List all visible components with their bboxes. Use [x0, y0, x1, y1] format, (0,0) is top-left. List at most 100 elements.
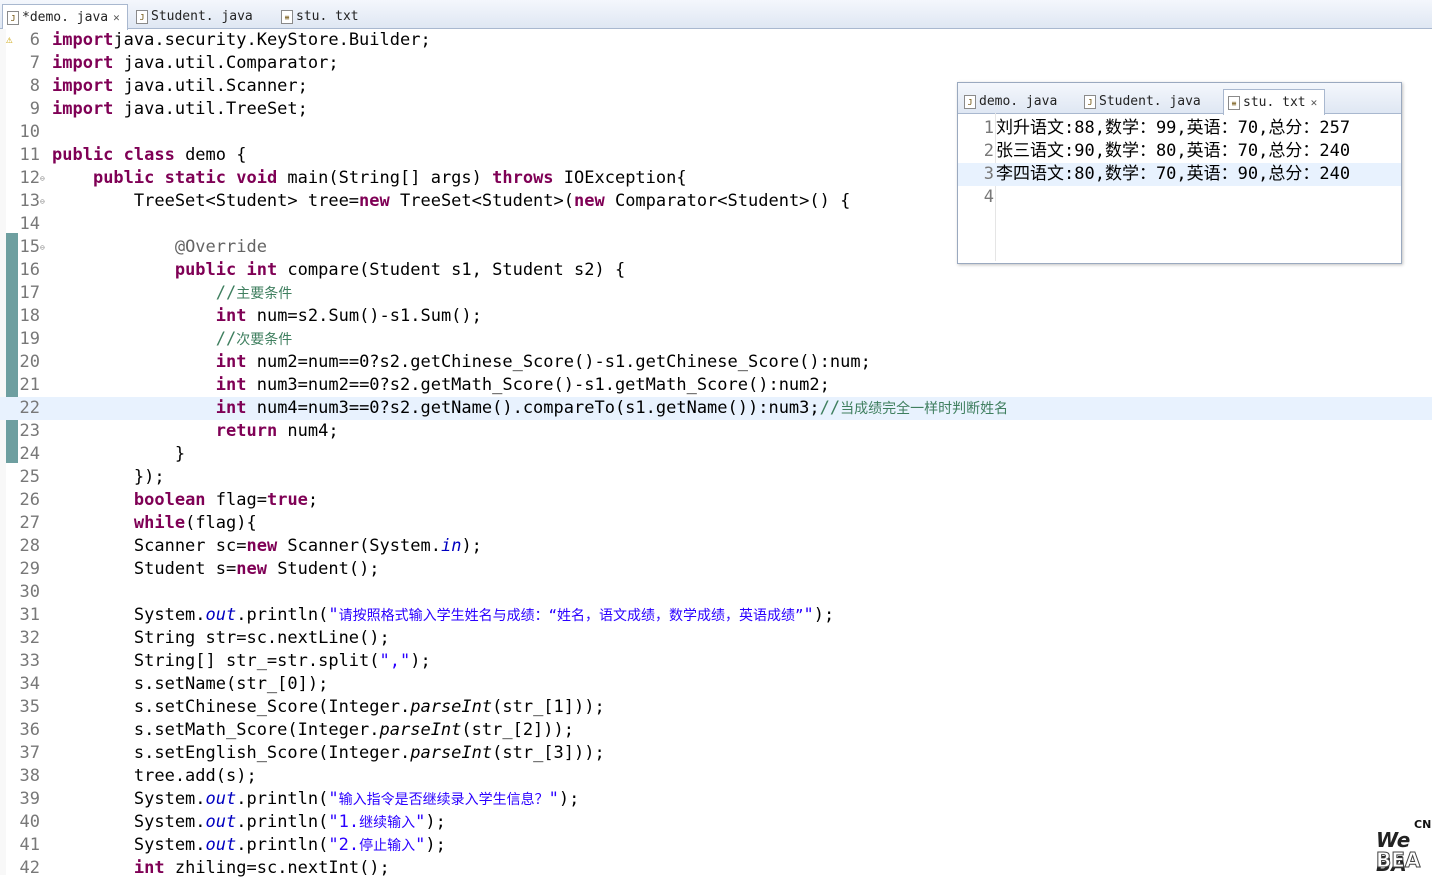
code-token: (str_[3])); — [492, 743, 605, 763]
code-token: " — [415, 835, 426, 855]
line-number: 16 — [19, 260, 40, 280]
code-token: ); — [425, 812, 446, 832]
code-line[interactable]: 18 int num=s2.Sum()-s1.Sum(); — [0, 305, 1432, 328]
tab-stu-txt[interactable]: ≡ stu. txt ✕ — [1223, 89, 1325, 115]
code-token: import — [52, 30, 114, 50]
code-token: String str=sc.nextLine(); — [52, 628, 390, 648]
tab-student-java[interactable]: J Student. java — [132, 5, 272, 28]
code-line[interactable]: 25 }); — [0, 466, 1432, 489]
code-token: // — [215, 329, 237, 349]
code-token: ; — [307, 490, 319, 510]
code-token: 停止输入 — [359, 838, 416, 854]
code-token: TreeSet<Student>( — [389, 191, 574, 211]
code-token: 当成绩完全一样时判断姓名 — [840, 401, 1009, 417]
close-icon[interactable]: ✕ — [1311, 96, 1318, 109]
code-token: System. — [52, 835, 206, 855]
code-line[interactable]: 24 } — [0, 443, 1432, 466]
code-line[interactable]: 6 importjava.security.KeyStore.Builder; — [0, 29, 1432, 52]
text-line[interactable]: 2 张三语文:90,数学：80,英语：70,总分：240 — [958, 140, 1401, 163]
line-number: 40 — [19, 812, 40, 832]
line-number: 32 — [19, 628, 40, 648]
close-icon[interactable]: ✕ — [113, 11, 120, 24]
code-token: Student s= — [52, 559, 237, 579]
code-line[interactable]: 42 int zhiling=sc.nextInt(); — [0, 857, 1432, 880]
code-text: s.setMath_Score(Integer.parseInt(str_[2]… — [52, 719, 574, 742]
code-line[interactable]: 32 String str=sc.nextLine(); — [0, 627, 1432, 650]
code-text: String str=sc.nextLine(); — [52, 627, 390, 650]
line-number: 20 — [19, 352, 40, 372]
code-line[interactable]: 28 Scanner sc=new Scanner(System.in); — [0, 535, 1432, 558]
fold-toggle-icon[interactable]: ⊖ — [40, 174, 45, 183]
line-number: 29 — [19, 559, 40, 579]
code-token: public int — [174, 260, 278, 280]
text-line[interactable]: 3 李四语文:80,数学：70,英语：90,总分：240 — [958, 163, 1401, 186]
code-line[interactable]: 7 import java.util.Comparator; — [0, 52, 1432, 75]
code-line[interactable]: 37 s.setEnglish_Score(Integer.parseInt(s… — [0, 742, 1432, 765]
code-text: s.setName(str_[0]); — [52, 673, 328, 696]
line-number: 35 — [19, 697, 40, 717]
code-token: 主要条件 — [236, 286, 293, 302]
code-token: String[] str_=str.split( — [52, 651, 380, 671]
line-number: 1 — [983, 118, 994, 138]
code-line[interactable]: 27 while(flag){ — [0, 512, 1432, 535]
code-line[interactable]: 20 int num2=num==0?s2.getChinese_Score()… — [0, 351, 1432, 374]
code-text: } — [52, 443, 185, 466]
code-line[interactable]: 41 System.out.println("2.停止输入"); — [0, 834, 1432, 857]
code-line[interactable]: 35 s.setChinese_Score(Integer.parseInt(s… — [0, 696, 1432, 719]
line-number: 8 — [29, 76, 40, 96]
code-text: s.setEnglish_Score(Integer.parseInt(str_… — [52, 742, 605, 765]
code-text: System.out.println("1.继续输入"); — [52, 811, 446, 835]
code-text: //主要条件 — [52, 282, 292, 306]
code-line[interactable]: 40 System.out.println("1.继续输入"); — [0, 811, 1432, 834]
line-number: 36 — [19, 720, 40, 740]
tab-demo-java[interactable]: J *demo. java ✕ — [2, 4, 128, 30]
code-line[interactable]: 22 int num4=num3==0?s2.getName().compare… — [0, 397, 1432, 420]
code-token: java.security.KeyStore.Builder; — [113, 30, 431, 50]
code-token: 继续输入 — [359, 815, 416, 831]
code-line[interactable]: 38 tree.add(s); — [0, 765, 1432, 788]
text-line[interactable]: 1 刘升语文:88,数学：99,英语：70,总分：257 — [958, 117, 1401, 140]
code-line[interactable]: 31 System.out.println("请按照格式输入学生姓名与成绩：“姓… — [0, 604, 1432, 627]
code-token: out — [205, 812, 237, 832]
java-file-icon: J — [7, 10, 19, 25]
code-token: out — [205, 605, 237, 625]
stu-txt-preview-window: J demo. java J Student. java ≡ stu. txt … — [957, 82, 1402, 264]
code-line[interactable]: 17 //主要条件 — [0, 282, 1432, 305]
code-line[interactable]: 30 — [0, 581, 1432, 604]
code-line[interactable]: 19 //次要条件 — [0, 328, 1432, 351]
tab-demo-java[interactable]: J demo. java — [960, 90, 1070, 113]
code-token: demo { — [174, 145, 247, 165]
tab-student-java[interactable]: J Student. java — [1080, 90, 1218, 113]
code-line[interactable]: 29 Student s=new Student(); — [0, 558, 1432, 581]
code-token: parseInt — [410, 697, 493, 717]
code-line[interactable]: 36 s.setMath_Score(Integer.parseInt(str_… — [0, 719, 1432, 742]
fold-toggle-icon[interactable]: ⊖ — [40, 243, 45, 252]
tab-stu-txt[interactable]: ≡ stu. txt — [277, 5, 387, 28]
code-line[interactable]: 39 System.out.println("输入指令是否继续录入学生信息？")… — [0, 788, 1432, 811]
java-file-icon: J — [964, 94, 976, 109]
code-line[interactable]: 21 int num3=num2==0?s2.getMath_Score()-s… — [0, 374, 1432, 397]
line-number: 2 — [983, 141, 994, 161]
line-number: 41 — [19, 835, 40, 855]
code-line[interactable]: 33 String[] str_=str.split(","); — [0, 650, 1432, 673]
code-token: ); — [558, 789, 580, 809]
tab-label: Student. java — [1099, 94, 1201, 109]
code-token: 次要条件 — [236, 332, 293, 348]
fold-toggle-icon[interactable]: ⊖ — [40, 197, 45, 206]
text-line[interactable]: 4 — [958, 186, 1401, 209]
line-number: 26 — [19, 490, 40, 510]
code-text: while(flag){ — [52, 512, 257, 535]
code-token: int — [215, 375, 247, 395]
code-line[interactable]: 34 s.setName(str_[0]); — [0, 673, 1432, 696]
code-line[interactable]: 23 return num4; — [0, 420, 1432, 443]
line-number: 23 — [19, 421, 40, 441]
code-text: int num2=num==0?s2.getChinese_Score()-s1… — [52, 351, 871, 374]
code-line[interactable]: 26 boolean flag=true; — [0, 489, 1432, 512]
code-token: main(String[] args) — [277, 168, 493, 188]
